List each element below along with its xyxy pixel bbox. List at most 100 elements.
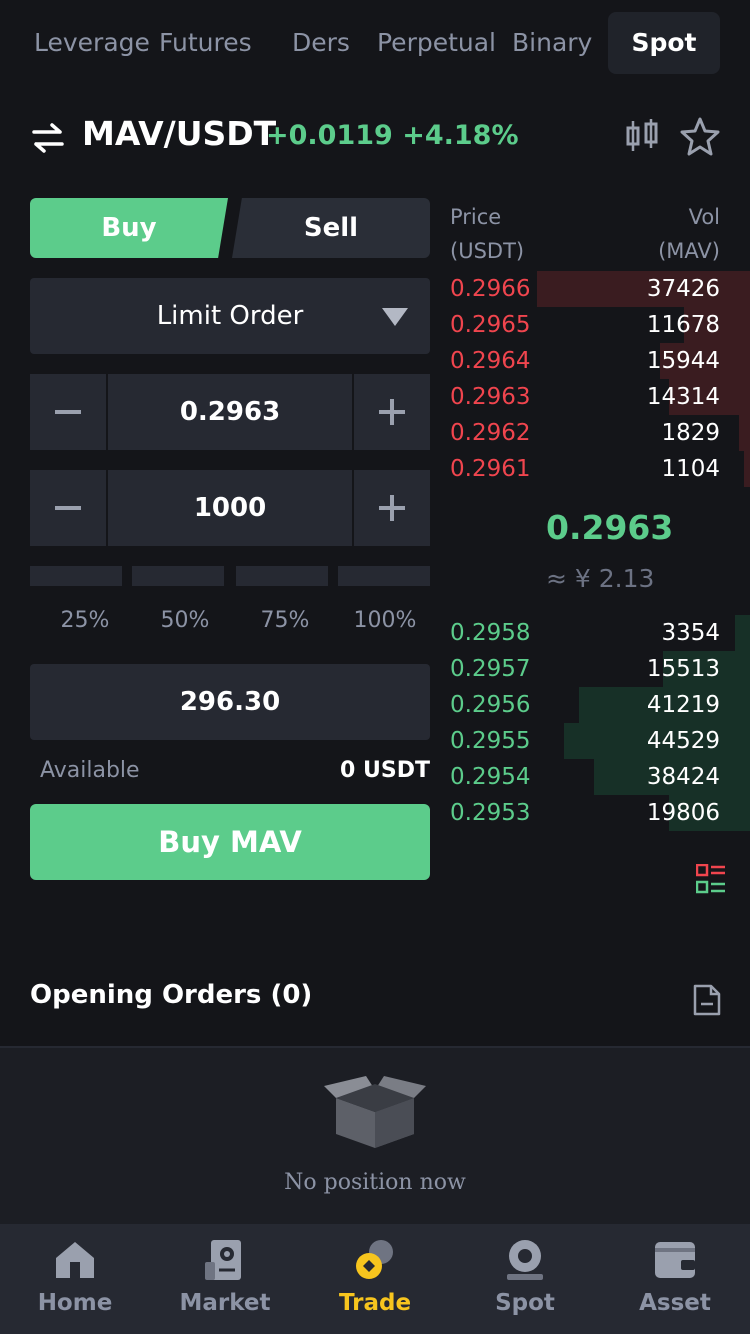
- empty-box-icon: [324, 1076, 426, 1148]
- bid-price: 0.2958: [450, 620, 531, 646]
- price-unit: (USDT): [450, 239, 525, 263]
- percent-option-75[interactable]: 75%: [235, 608, 335, 633]
- nav-spot-label: Spot: [495, 1290, 555, 1316]
- bid-volume: 15513: [646, 656, 720, 682]
- ask-price: 0.2962: [450, 420, 531, 446]
- order-history-icon[interactable]: [692, 984, 722, 1016]
- buy-sell-toggle: Buy Sell: [30, 198, 430, 258]
- nav-home[interactable]: Home: [0, 1224, 150, 1334]
- ask-volume: 1104: [661, 456, 720, 482]
- percent-segment-25[interactable]: [30, 566, 122, 586]
- ask-volume: 37426: [646, 276, 720, 302]
- wallet-icon: [655, 1242, 695, 1278]
- top-tabs: Leverage Futures Ders Perpetual Binary S…: [0, 12, 750, 74]
- amount-decrease-button[interactable]: [30, 470, 106, 546]
- ask-row[interactable]: 0.2964 15944: [450, 343, 750, 379]
- bid-row[interactable]: 0.2954 38424: [450, 759, 750, 795]
- bid-price: 0.2953: [450, 800, 531, 826]
- nav-trade[interactable]: Trade: [300, 1224, 450, 1334]
- plus-icon: [379, 495, 405, 521]
- amount-input[interactable]: 1000: [108, 470, 352, 546]
- last-price: 0.2963: [450, 508, 750, 547]
- nav-market[interactable]: Market: [150, 1224, 300, 1334]
- swap-icon[interactable]: [30, 120, 66, 156]
- amount-increase-button[interactable]: [354, 470, 430, 546]
- amount-stepper: 1000: [30, 470, 430, 546]
- bid-price: 0.2955: [450, 728, 531, 754]
- nav-home-label: Home: [37, 1290, 113, 1316]
- bid-row[interactable]: 0.2955 44529: [450, 723, 750, 759]
- ask-volume: 14314: [646, 384, 720, 410]
- minus-icon: [55, 410, 81, 414]
- last-price-value: 0.2963: [546, 508, 674, 547]
- ask-price: 0.2966: [450, 276, 531, 302]
- vol-header: Vol: [688, 205, 720, 229]
- bid-row[interactable]: 0.2953 19806: [450, 795, 750, 831]
- price-input[interactable]: 0.2963: [108, 374, 352, 450]
- buy-tab[interactable]: Buy: [30, 198, 228, 258]
- percent-option-50[interactable]: 50%: [135, 608, 235, 633]
- available-label: Available: [40, 758, 140, 783]
- bid-volume: 3354: [661, 620, 720, 646]
- spot-icon: [507, 1240, 543, 1280]
- home-icon: [56, 1242, 94, 1278]
- tab-perpetual[interactable]: Perpetual: [377, 12, 496, 74]
- tab-ders[interactable]: Ders: [292, 12, 350, 74]
- available-value: 0 USDT: [340, 758, 430, 783]
- bid-volume: 19806: [646, 800, 720, 826]
- ask-volume: 1829: [661, 420, 720, 446]
- bid-row[interactable]: 0.2956 41219: [450, 687, 750, 723]
- caret-down-icon: [382, 308, 408, 326]
- ask-depth-bar: [744, 451, 750, 487]
- tab-binary[interactable]: Binary: [512, 12, 592, 74]
- percent-segment-50[interactable]: [132, 566, 224, 586]
- ask-volume: 15944: [646, 348, 720, 374]
- ask-row[interactable]: 0.2963 14314: [450, 379, 750, 415]
- pair-name[interactable]: MAV/USDT: [82, 114, 276, 153]
- ask-price: 0.2963: [450, 384, 531, 410]
- trade-icon: [356, 1240, 393, 1279]
- sell-tab[interactable]: Sell: [232, 198, 430, 258]
- buy-mav-button[interactable]: Buy MAV: [30, 804, 430, 880]
- ask-volume: 11678: [646, 312, 720, 338]
- order-book-header: Price (USDT) Vol (MAV): [450, 200, 720, 270]
- vol-unit: (MAV): [658, 239, 720, 263]
- tab-spot[interactable]: Spot: [608, 12, 720, 74]
- pair-change: +0.0119 +4.18%: [266, 120, 519, 151]
- order-type-label: Limit Order: [156, 301, 304, 331]
- bid-price: 0.2957: [450, 656, 531, 682]
- nav-market-label: Market: [179, 1290, 271, 1316]
- percent-segment-75[interactable]: [236, 566, 328, 586]
- price-header: Price: [450, 205, 502, 229]
- bid-volume: 44529: [646, 728, 720, 754]
- ask-row[interactable]: 0.2966 37426: [450, 271, 750, 307]
- ask-row[interactable]: 0.2961 1104: [450, 451, 750, 487]
- ask-price: 0.2961: [450, 456, 531, 482]
- order-type-select[interactable]: Limit Order: [30, 278, 430, 354]
- ask-price: 0.2965: [450, 312, 531, 338]
- bid-price: 0.2954: [450, 764, 531, 790]
- total-input[interactable]: 296.30: [30, 664, 430, 740]
- percent-option-100[interactable]: 100%: [335, 608, 435, 633]
- nav-asset[interactable]: Asset: [600, 1224, 750, 1334]
- plus-icon: [379, 399, 405, 425]
- percent-segment-100[interactable]: [338, 566, 430, 586]
- tab-futures[interactable]: Futures: [159, 12, 252, 74]
- price-decrease-button[interactable]: [30, 374, 106, 450]
- order-book-layout-icon[interactable]: [696, 864, 726, 894]
- bid-row[interactable]: 0.2957 15513: [450, 651, 750, 687]
- candlestick-chart-icon[interactable]: [624, 118, 660, 154]
- percent-option-25[interactable]: 25%: [35, 608, 135, 633]
- ask-row[interactable]: 0.2965 11678: [450, 307, 750, 343]
- bid-price: 0.2956: [450, 692, 531, 718]
- bottom-nav: Home Market Trade Spot Asset: [0, 1224, 750, 1334]
- nav-spot[interactable]: Spot: [450, 1224, 600, 1334]
- price-increase-button[interactable]: [354, 374, 430, 450]
- nav-asset-label: Asset: [639, 1290, 711, 1316]
- ask-price: 0.2964: [450, 348, 531, 374]
- ask-row[interactable]: 0.2962 1829: [450, 415, 750, 451]
- bid-row[interactable]: 0.2958 3354: [450, 615, 750, 651]
- favorite-star-icon[interactable]: [680, 116, 720, 156]
- tab-leverage[interactable]: Leverage: [34, 12, 150, 74]
- percent-labels: 25% 50% 75% 100%: [30, 608, 430, 644]
